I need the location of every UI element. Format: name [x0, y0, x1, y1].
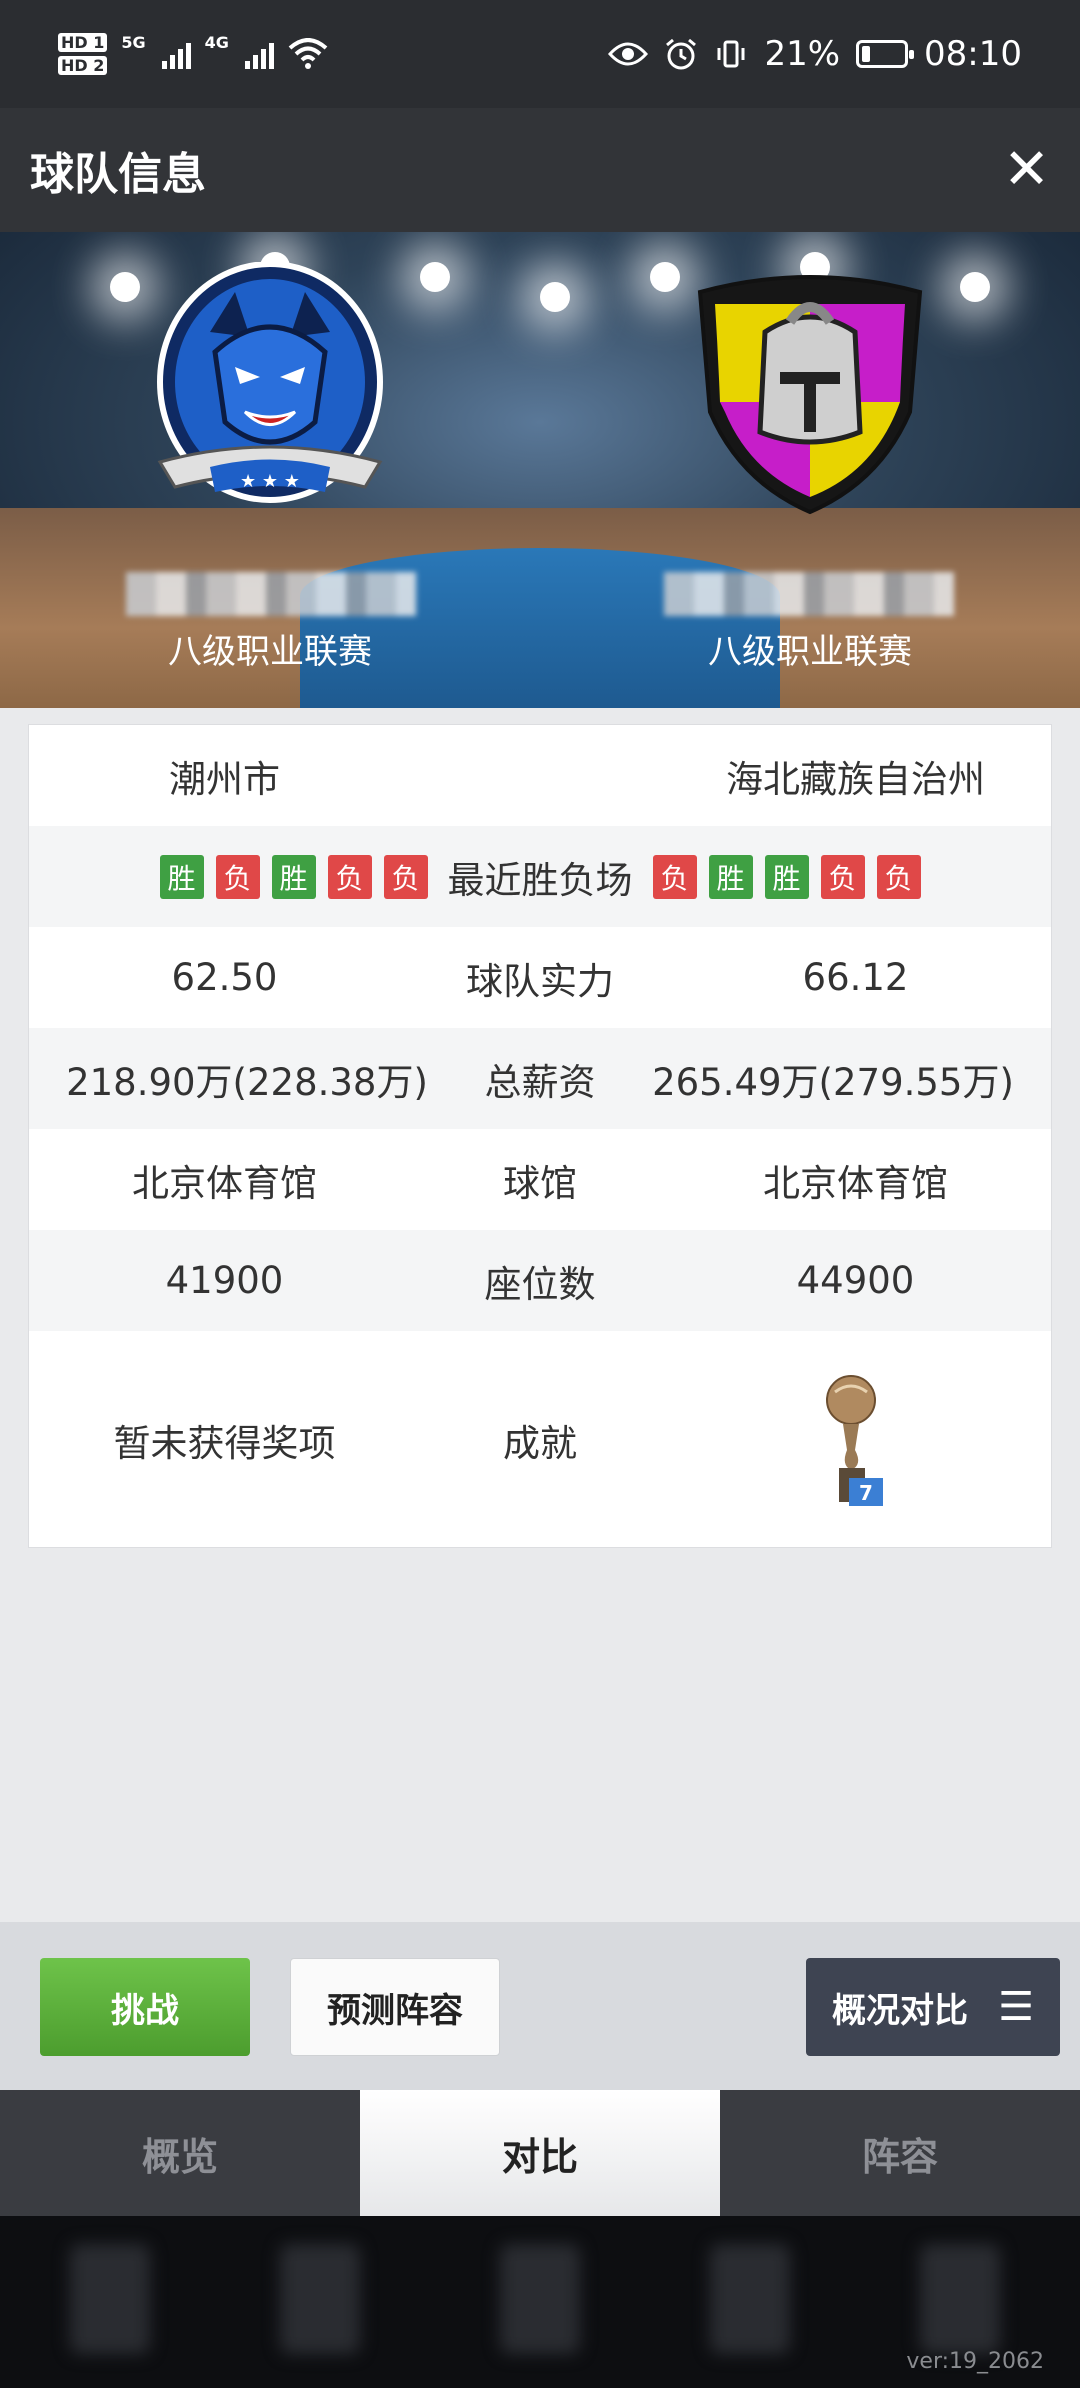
team-banner: ★ ★ ★ 八级职业联赛 八级职业联赛	[0, 232, 1080, 708]
page-header: 球队信息 ✕	[0, 108, 1080, 232]
strength-left: 62.50	[171, 956, 278, 999]
tab-bar: 概览 对比 阵容	[0, 2090, 1080, 2216]
team-name-right-blurred	[664, 572, 954, 616]
salary-row: 218.90万(228.38万) 总薪资 265.49万(279.55万)	[29, 1028, 1051, 1129]
arena-row: 北京体育馆 球馆 北京体育馆	[29, 1129, 1051, 1230]
trophy-icon[interactable]: 7	[821, 1370, 891, 1510]
city-right: 海北藏族自治州	[726, 757, 985, 801]
eye-icon	[608, 42, 649, 66]
arena-right: 北京体育馆	[763, 1161, 948, 1205]
seats-row: 41900 座位数 44900	[29, 1230, 1051, 1331]
predict-lineup-button[interactable]: 预测阵容	[290, 1958, 500, 2056]
salary-left: 218.90万(228.38万)	[66, 1060, 428, 1104]
version-label: ver:19_2062	[906, 2349, 1044, 2374]
salary-label: 总薪资	[484, 1060, 596, 1104]
action-bar: 挑战 预测阵容 概况对比 ☰	[0, 1922, 1080, 2090]
challenge-button[interactable]: 挑战	[40, 1958, 250, 2056]
team-league-right: 八级职业联赛	[708, 632, 912, 672]
recent-results-left: 胜负胜负负	[159, 854, 428, 899]
seats-left: 41900	[165, 1259, 284, 1302]
achievement-row: 暂未获得奖项 成就 7	[29, 1331, 1051, 1549]
network-label-1: 5G	[121, 33, 146, 52]
comparison-card: 潮州市 海北藏族自治州 胜负胜负负 最近胜负场 负胜胜负负 62.50 球队实力…	[28, 724, 1052, 1548]
result-badge-right: 负	[820, 854, 865, 899]
signal-icon	[244, 39, 274, 69]
vibrate-icon	[717, 40, 745, 68]
recent-results-row: 胜负胜负负 最近胜负场 负胜胜负负	[29, 826, 1051, 927]
strength-row: 62.50 球队实力 66.12	[29, 927, 1051, 1028]
result-badge-right: 负	[652, 854, 697, 899]
page-title: 球队信息	[30, 149, 206, 200]
result-badge-left: 负	[383, 854, 428, 899]
battery-icon	[856, 40, 915, 68]
result-badge-left: 胜	[159, 854, 204, 899]
recent-results-label: 最近胜负场	[447, 858, 633, 902]
clock: 08:10	[924, 34, 1022, 74]
team-league-left: 八级职业联赛	[168, 632, 372, 672]
tab-lineup[interactable]: 阵容	[720, 2090, 1080, 2216]
tab-overview[interactable]: 概览	[0, 2090, 360, 2216]
result-badge-left: 负	[215, 854, 260, 899]
signal-icon	[161, 39, 191, 69]
city-row: 潮州市 海北藏族自治州	[29, 725, 1051, 826]
arena-left: 北京体育馆	[132, 1161, 317, 1205]
status-bar: HD 1 HD 2 5G 4G 21% 08:10	[0, 0, 1080, 108]
battery-percent: 21%	[764, 34, 841, 74]
result-badge-right: 胜	[708, 854, 753, 899]
salary-right: 265.49万(279.55万)	[652, 1060, 1014, 1104]
result-badge-right: 胜	[764, 854, 809, 899]
arena-label: 球馆	[503, 1161, 577, 1205]
tab-compare[interactable]: 对比	[360, 2090, 720, 2216]
recent-results-right: 负胜胜负负	[652, 854, 921, 899]
menu-icon: ☰	[998, 1984, 1034, 2030]
achievement-left: 暂未获得奖项	[113, 1422, 336, 1465]
wifi-icon	[288, 38, 328, 69]
seats-label: 座位数	[484, 1262, 596, 1306]
sim-indicator: HD 1 HD 2	[58, 33, 108, 75]
seats-right: 44900	[796, 1259, 915, 1302]
city-left: 潮州市	[169, 757, 280, 801]
spartan-helmet-logo-icon	[697, 275, 923, 515]
achievement-label: 成就	[503, 1422, 577, 1465]
svg-text:★ ★ ★: ★ ★ ★	[240, 471, 300, 492]
wolf-logo-icon: ★ ★ ★	[157, 262, 383, 503]
close-icon[interactable]: ✕	[1003, 142, 1050, 198]
trophy-count: 7	[859, 1481, 873, 1505]
alarm-icon	[666, 38, 697, 70]
result-badge-right: 负	[876, 854, 921, 899]
result-badge-left: 胜	[271, 854, 316, 899]
network-label-2: 4G	[204, 33, 229, 52]
bottom-nav-blurred: ver:19_2062	[0, 2216, 1080, 2388]
result-badge-left: 负	[327, 854, 372, 899]
overview-compare-button[interactable]: 概况对比 ☰	[806, 1958, 1060, 2056]
strength-label: 球队实力	[466, 959, 614, 1003]
overview-compare-label: 概况对比	[832, 1990, 968, 2031]
strength-right: 66.12	[802, 956, 909, 999]
team-name-left-blurred	[126, 572, 416, 616]
